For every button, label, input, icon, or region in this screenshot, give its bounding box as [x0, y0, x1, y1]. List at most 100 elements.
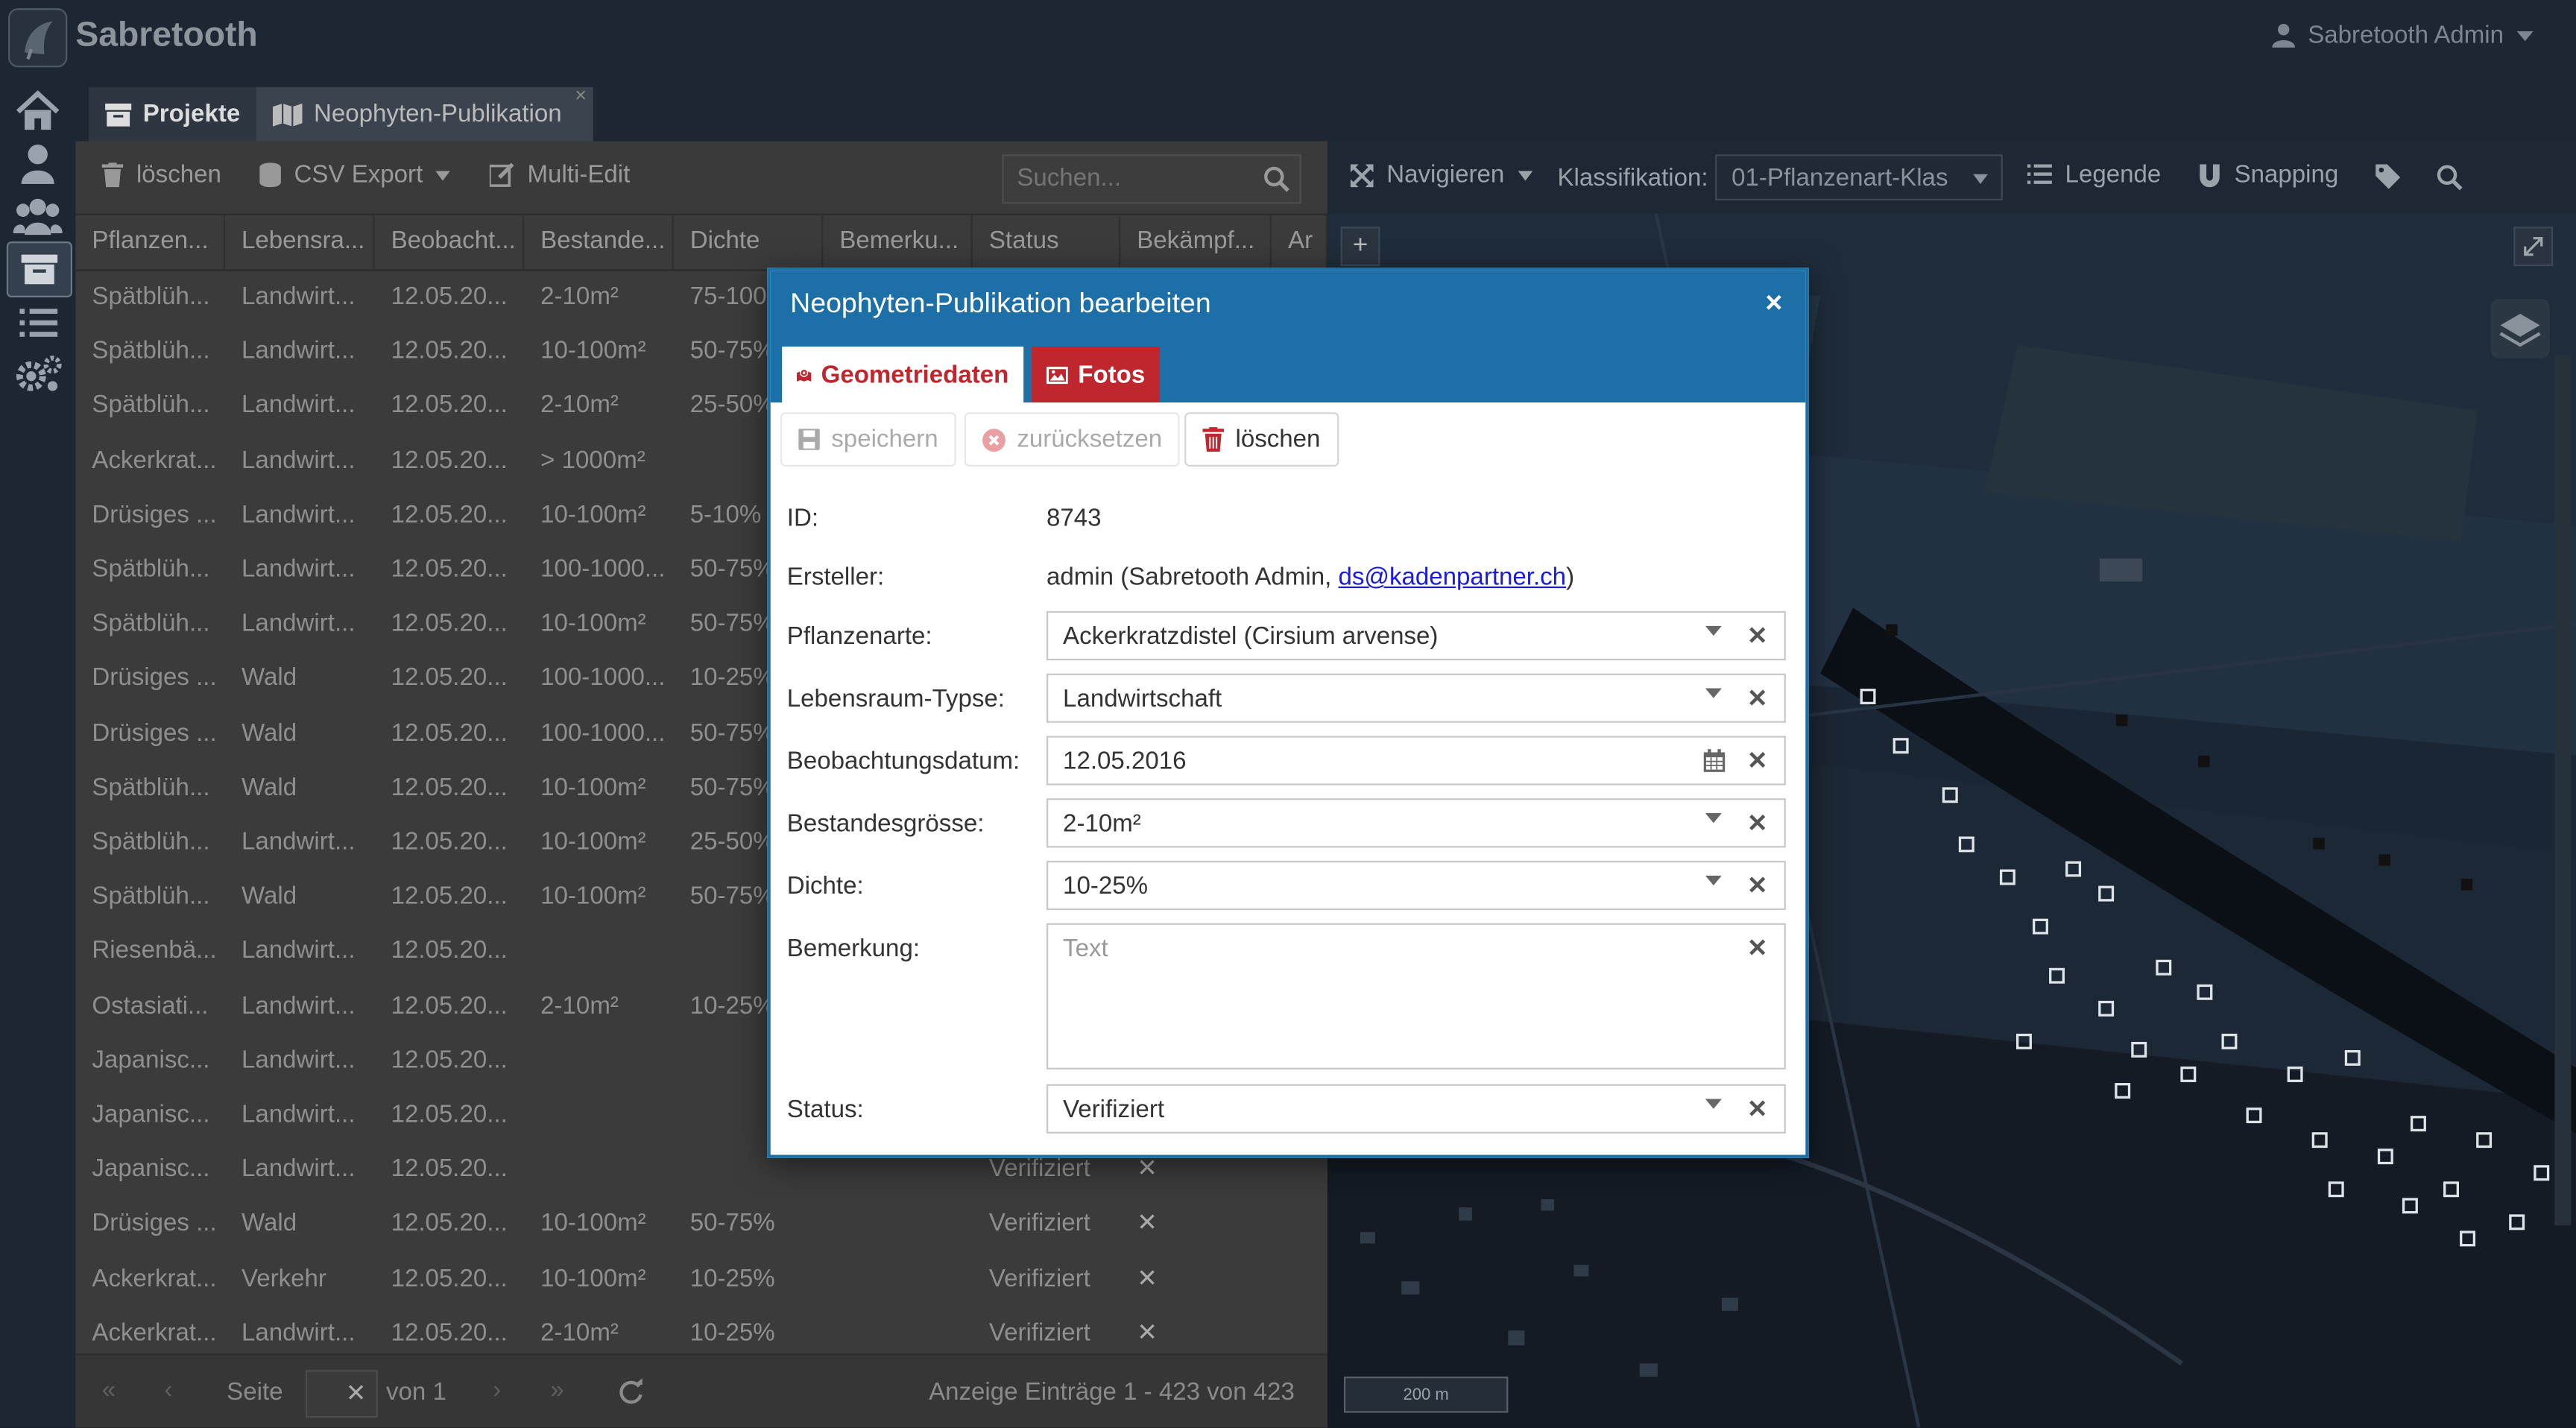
layer-switcher-button[interactable] — [2490, 299, 2550, 358]
dialog-close-button[interactable]: × — [1765, 286, 1782, 320]
navigate-button[interactable]: Navigieren — [1350, 161, 1532, 189]
clear-icon[interactable]: ✕ — [1747, 746, 1768, 775]
expand-icon — [2524, 236, 2543, 256]
column-header[interactable]: Pflanzen... — [75, 213, 225, 270]
next-page-icon[interactable]: › — [493, 1377, 501, 1404]
table-cell: Spätblüh... — [92, 882, 210, 911]
sabretooth-logo-icon[interactable] — [8, 8, 68, 68]
page-number-input[interactable]: ✕ — [305, 1370, 378, 1418]
tab-geometriedaten[interactable]: Geometriedaten — [782, 347, 1024, 403]
reset-button[interactable]: zurücksetzen — [964, 412, 1181, 467]
classification-select[interactable]: 01-Pflanzenart-Klas — [1715, 154, 2003, 200]
table-cell: Verifiziert — [988, 1264, 1090, 1292]
row-delete-icon[interactable]: ✕ — [1120, 1306, 1272, 1353]
column-header[interactable]: Bemerku... — [823, 213, 973, 270]
table-cell: Japanisc... — [92, 1046, 210, 1075]
zoom-in-button[interactable]: + — [1340, 227, 1380, 267]
table-row[interactable]: Drüsiges ... Wald 12.05.20... 10-100m² 50-75… — [75, 1196, 1328, 1251]
list-icon[interactable] — [11, 299, 64, 345]
user-icon[interactable] — [11, 142, 64, 188]
delete-button[interactable]: löschen — [101, 161, 221, 189]
users-icon[interactable] — [11, 194, 64, 240]
column-header[interactable]: Dichte — [674, 213, 824, 270]
clear-icon[interactable]: ✕ — [1747, 621, 1768, 650]
table-cell: Drüsiges ... — [92, 718, 217, 747]
user-menu[interactable]: Sabretooth Admin — [2271, 22, 2534, 49]
creator-email-link[interactable]: ds@kadenpartner.ch — [1338, 563, 1566, 591]
tab-neophyten-publikation[interactable]: Neophyten-Publikation × — [256, 83, 593, 142]
search-input[interactable] — [1017, 164, 1247, 192]
clear-icon[interactable]: ✕ — [1747, 933, 1768, 962]
image-icon — [1046, 366, 1069, 383]
trash-icon — [101, 162, 124, 188]
status-select[interactable]: Verifiziert ✕ — [1046, 1084, 1786, 1134]
last-page-icon[interactable]: » — [550, 1377, 564, 1404]
tab-close-icon[interactable]: × — [575, 83, 586, 107]
column-header[interactable]: Bekämpf... — [1120, 213, 1272, 270]
tag-icon[interactable] — [2375, 164, 2401, 189]
caret-down-icon — [1705, 688, 1722, 698]
row-delete-icon[interactable]: ✕ — [1120, 1196, 1272, 1251]
clear-icon[interactable]: ✕ — [1747, 871, 1768, 900]
id-value: 8743 — [1046, 504, 1102, 533]
table-cell: 12.05.20... — [391, 773, 508, 802]
save-button[interactable]: speichern — [780, 412, 956, 467]
archive-icon[interactable] — [6, 241, 72, 297]
table-cell: 100-1000... — [540, 555, 666, 584]
row-delete-icon[interactable]: ✕ — [1120, 1251, 1272, 1306]
stock-label: Bestandesgrösse: — [786, 809, 985, 838]
creator-name: admin (Sabretooth Admin, — [1046, 563, 1339, 592]
density-select[interactable]: 10-25% ✕ — [1046, 860, 1786, 911]
column-header[interactable]: Status — [973, 213, 1121, 270]
plant-select[interactable]: Ackerkratzdistel (Cirsium arvense) ✕ — [1046, 610, 1786, 661]
caret-down-icon — [1705, 625, 1722, 636]
dialog-header: Neophyten-Publikation bearbeiten × Geome… — [770, 271, 1806, 403]
chevron-down-icon — [2516, 30, 2534, 41]
cogs-icon[interactable] — [11, 352, 64, 398]
column-header[interactable]: Ar — [1272, 213, 1328, 270]
csv-export-button[interactable]: CSV Export — [259, 161, 451, 189]
tab-bar: Projekte Neophyten-Publikation × — [75, 75, 2576, 142]
multi-edit-button[interactable]: Multi-Edit — [489, 161, 630, 189]
grid-pager: « ‹ Seite ✕ von 1 › » Anzeige Einträge 1… — [75, 1353, 1328, 1428]
table-row[interactable]: Ackerkrat... Verkehr 12.05.20... 10-100m² 10… — [75, 1251, 1328, 1306]
edit-dialog: Neophyten-Publikation bearbeiten × Geome… — [767, 268, 1809, 1158]
column-header[interactable]: Lebensra... — [225, 213, 375, 270]
snapping-button[interactable]: Snapping — [2198, 161, 2338, 189]
prev-page-icon[interactable]: ‹ — [164, 1377, 172, 1404]
map-scrollbar[interactable] — [2554, 355, 2572, 1226]
fullscreen-button[interactable] — [2513, 227, 2554, 267]
table-cell: Wald — [242, 718, 297, 747]
note-textarea[interactable]: Text ✕ — [1046, 923, 1786, 1070]
habitat-value: Landwirtschaft — [1063, 685, 1222, 713]
table-cell: Landwirt... — [242, 337, 356, 365]
search-icon[interactable] — [2437, 164, 2463, 191]
csv-export-label: CSV Export — [294, 161, 423, 189]
refresh-icon[interactable] — [618, 1378, 644, 1404]
first-page-icon[interactable]: « — [102, 1377, 116, 1404]
tab-projekte[interactable]: Projekte — [89, 86, 257, 142]
app-window: Sabretooth Sabretooth Admin Projekte Neo… — [0, 0, 2576, 1428]
date-field[interactable]: 12.05.2016 ✕ — [1046, 736, 1786, 786]
clear-icon[interactable]: ✕ — [1747, 683, 1768, 713]
legend-button[interactable]: Legende — [2027, 161, 2161, 189]
home-icon[interactable] — [11, 89, 64, 135]
habitat-select[interactable]: Landwirtschaft ✕ — [1046, 673, 1786, 723]
stock-select[interactable]: 2-10m² ✕ — [1046, 798, 1786, 848]
search-icon[interactable] — [1263, 166, 1289, 192]
table-cell: 100-1000... — [540, 664, 666, 692]
tab-fotos[interactable]: Fotos — [1032, 347, 1161, 403]
brand-title: Sabretooth — [75, 16, 258, 54]
clear-icon[interactable]: ✕ — [1747, 808, 1768, 838]
archive-icon — [105, 102, 132, 126]
calendar-icon[interactable] — [1703, 749, 1726, 772]
clear-page-icon[interactable]: ✕ — [346, 1378, 367, 1407]
table-row[interactable]: Ackerkrat... Landwirt... 12.05.20... 2-10m²… — [75, 1306, 1328, 1353]
table-cell: Landwirt... — [242, 1318, 356, 1347]
column-header[interactable]: Beobacht... — [375, 213, 525, 270]
column-header[interactable]: Bestande... — [524, 213, 674, 270]
delete-label: löschen — [136, 161, 221, 189]
plant-label: Pflanzenarte: — [786, 622, 932, 651]
clear-icon[interactable]: ✕ — [1747, 1094, 1768, 1123]
delete-button[interactable]: löschen — [1184, 412, 1339, 467]
